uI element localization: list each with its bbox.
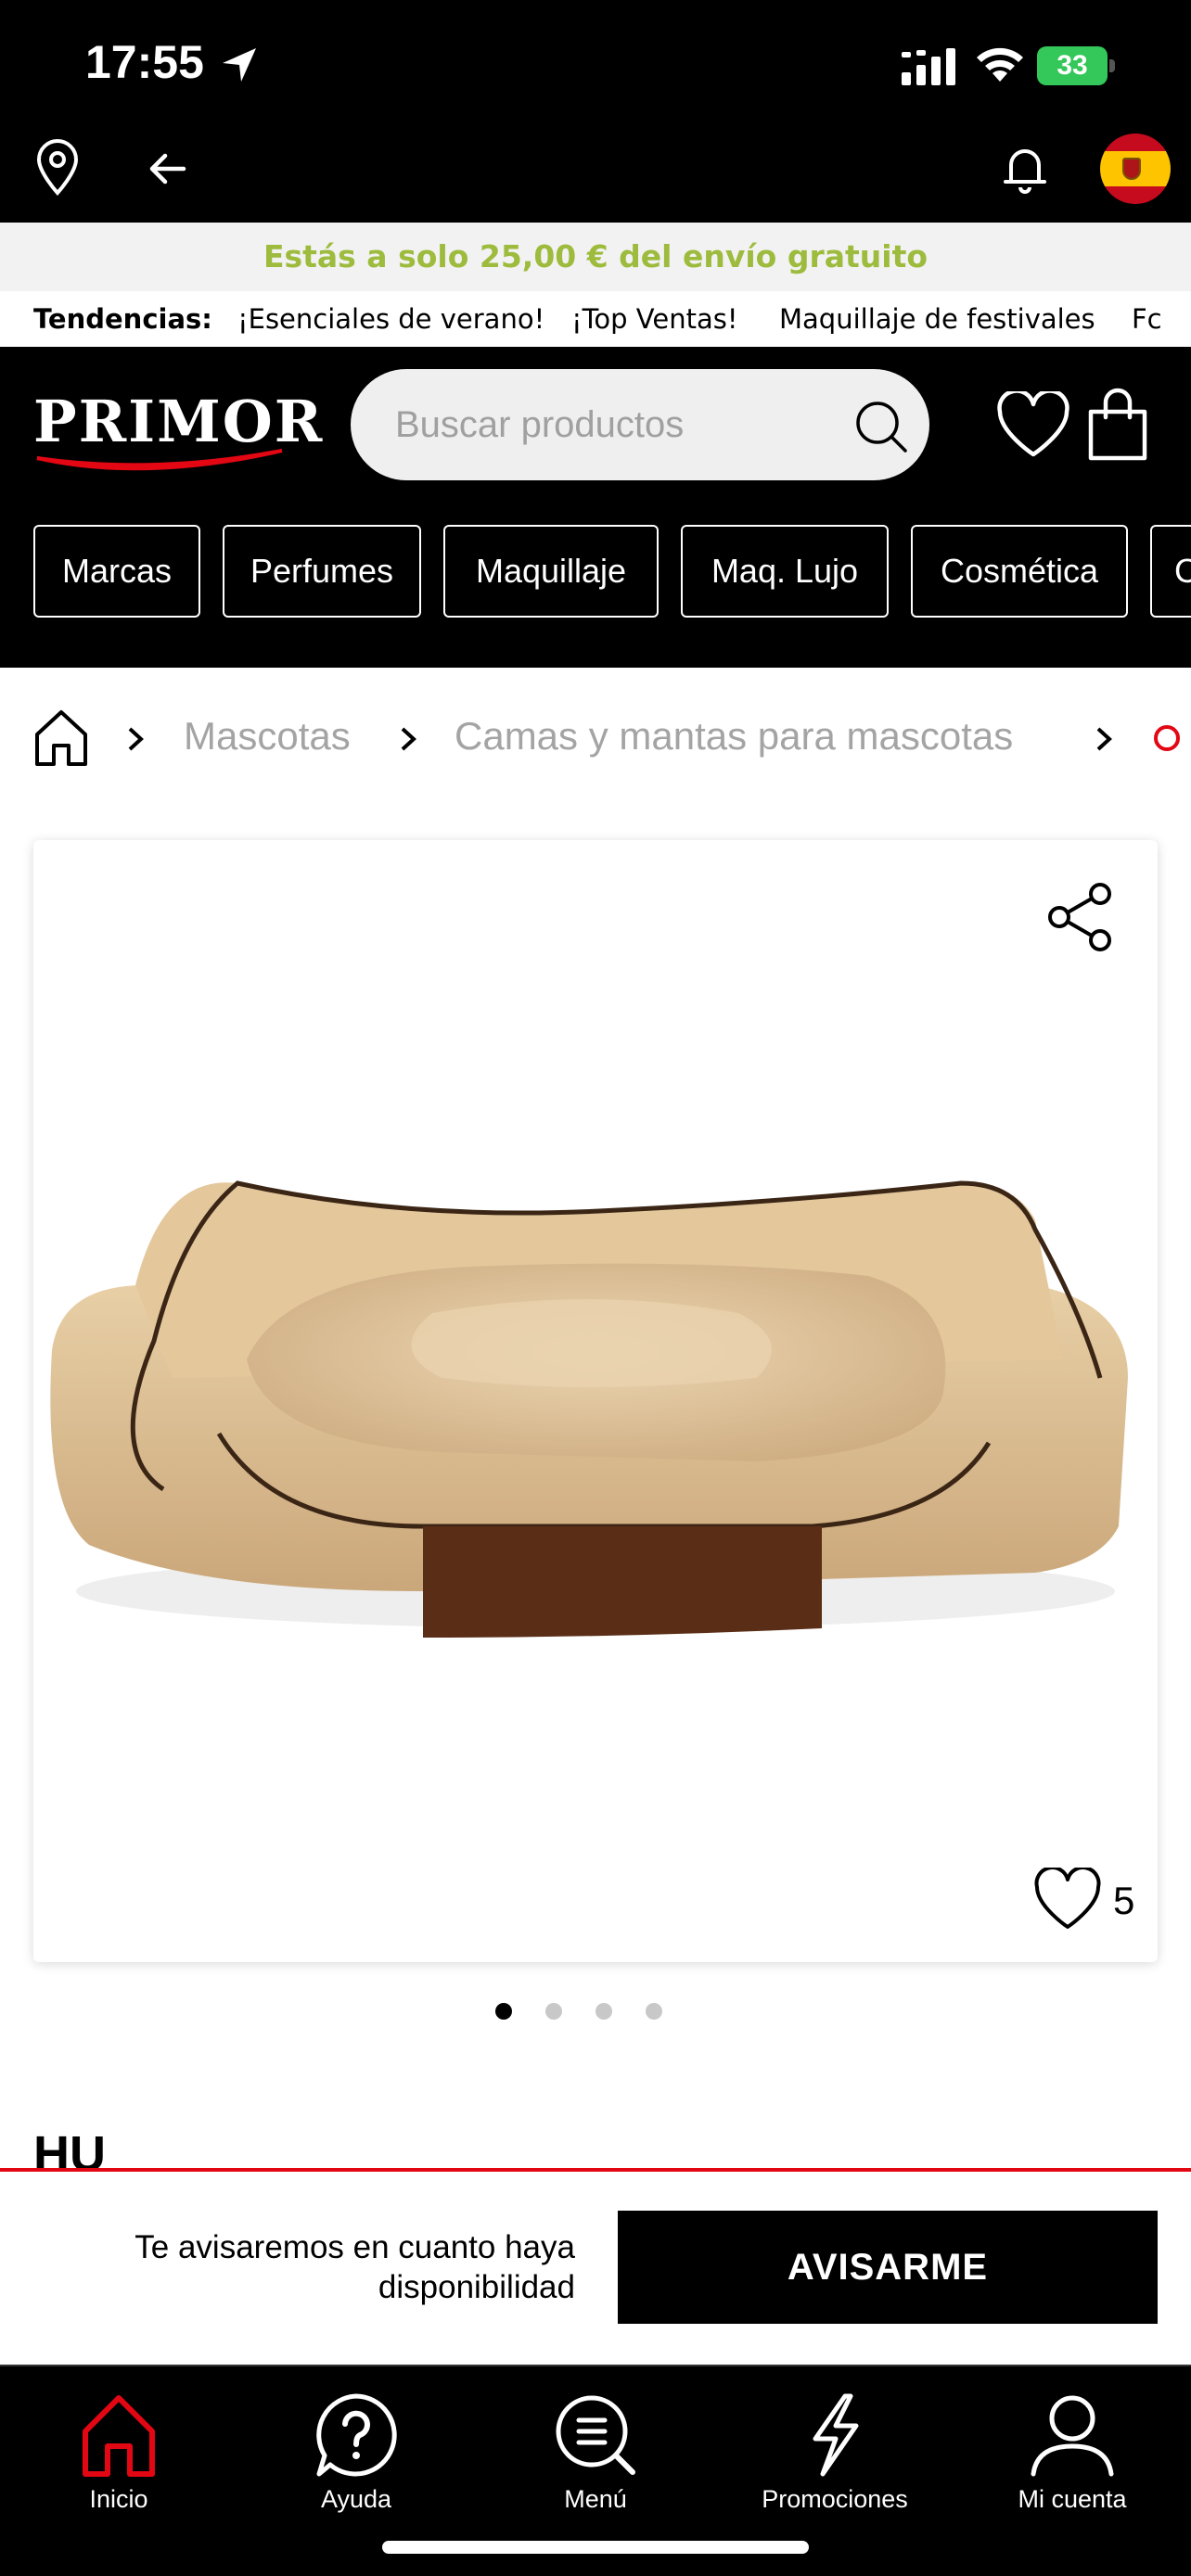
user-icon: [1031, 2395, 1114, 2477]
search-icon[interactable]: [853, 399, 909, 454]
product-image[interactable]: [33, 1007, 1158, 1675]
category-chip[interactable]: Maq. Lujo: [681, 525, 889, 618]
status-time: 17:55: [85, 36, 204, 88]
tab-label: Promociones: [762, 2485, 908, 2513]
carousel-dot[interactable]: [495, 2003, 512, 2020]
trends-title: Tendencias:: [33, 303, 212, 335]
location-arrow-icon: [223, 48, 256, 82]
favorite-heart-icon[interactable]: [1033, 1868, 1102, 1932]
tab-label: Menú: [564, 2485, 627, 2513]
lightning-icon: [813, 2393, 859, 2477]
trend-link[interactable]: Maquillaje de festivales: [779, 291, 1095, 347]
status-bar: 17:55 33: [0, 0, 1191, 121]
notify-bar: Te avisaremos en cuanto haya disponibili…: [0, 2168, 1191, 2365]
help-icon: [316, 2393, 397, 2477]
category-chip[interactable]: Marcas: [33, 525, 200, 618]
free-shipping-banner: Estás a solo 25,00 € del envío gratuito: [0, 223, 1191, 291]
flag-crest: [1122, 158, 1141, 180]
home-icon: [83, 2395, 155, 2477]
primor-logo[interactable]: PRIMOR: [33, 388, 322, 480]
search-input[interactable]: [395, 369, 822, 480]
category-row: Marcas Perfumes Maquillaje Maq. Lujo Cos…: [0, 525, 1191, 621]
top-nav: [0, 121, 1191, 223]
spain-flag-icon[interactable]: [1100, 134, 1171, 204]
carousel-dot[interactable]: [545, 2003, 562, 2020]
location-pin-icon[interactable]: [33, 139, 82, 197]
carousel-dot[interactable]: [646, 2003, 662, 2020]
image-carousel-dots: [0, 2003, 1191, 2021]
battery-level: 33: [1037, 46, 1108, 85]
tab-inicio[interactable]: Inicio: [17, 2392, 221, 2531]
breadcrumb-item[interactable]: Camas y mantas para mascotas: [455, 714, 1013, 759]
brand-bar: PRIMOR Marcas Perfumes Maquillaje Maq. L…: [0, 347, 1191, 668]
trend-link[interactable]: Fc: [1132, 291, 1162, 347]
back-arrow-icon[interactable]: [145, 147, 189, 191]
chevron-right-icon: [401, 727, 416, 751]
tab-mi-cuenta[interactable]: Mi cuenta: [970, 2392, 1174, 2531]
wishlist-heart-icon[interactable]: [996, 391, 1070, 460]
carousel-dot[interactable]: [596, 2003, 612, 2020]
product-card: 5: [33, 840, 1158, 1962]
home-indicator: [382, 2541, 809, 2554]
tab-label: Mi cuenta: [1018, 2485, 1127, 2513]
category-chip[interactable]: Perfumes: [223, 525, 421, 618]
trend-link[interactable]: ¡Top Ventas!: [571, 291, 737, 347]
bell-icon[interactable]: [1002, 141, 1048, 197]
notify-message: Te avisaremos en cuanto haya disponibili…: [134, 2229, 575, 2305]
category-chip[interactable]: Cosmética: [911, 525, 1128, 618]
search-box[interactable]: [351, 369, 929, 480]
trend-link[interactable]: ¡Esenciales de verano!: [237, 291, 544, 347]
chevron-right-icon: [128, 727, 144, 751]
category-chip[interactable]: Maquillaje: [443, 525, 659, 618]
category-chip[interactable]: C: [1150, 525, 1191, 618]
home-icon[interactable]: [33, 708, 89, 768]
tab-ayuda[interactable]: Ayuda: [254, 2392, 458, 2531]
breadcrumb: Mascotas Camas y mantas para mascotas: [0, 668, 1191, 816]
breadcrumb-item[interactable]: Mascotas: [184, 714, 351, 759]
shopping-bag-icon[interactable]: [1085, 388, 1150, 462]
product-title: HU: [33, 2126, 106, 2168]
signal-icon: [902, 48, 955, 85]
share-icon[interactable]: [1046, 881, 1117, 953]
menu-search-icon: [556, 2395, 635, 2475]
battery-tip: [1109, 59, 1115, 72]
logo-swoosh: [36, 449, 283, 471]
chevron-right-icon: [1096, 727, 1112, 751]
favorite-count: 5: [1113, 1879, 1135, 1922]
breadcrumb-current-marker: [1154, 725, 1180, 751]
tab-menu[interactable]: Menú: [493, 2392, 698, 2531]
wifi-icon: [977, 47, 1023, 82]
battery-indicator: 33: [1037, 46, 1115, 85]
notify-me-button[interactable]: AVISARME: [618, 2211, 1158, 2324]
tab-promociones[interactable]: Promociones: [733, 2392, 937, 2531]
tab-label: Ayuda: [320, 2485, 392, 2513]
trends-bar: Tendencias: ¡Esenciales de verano! ¡Top …: [0, 291, 1191, 347]
tab-label: Inicio: [89, 2485, 148, 2513]
